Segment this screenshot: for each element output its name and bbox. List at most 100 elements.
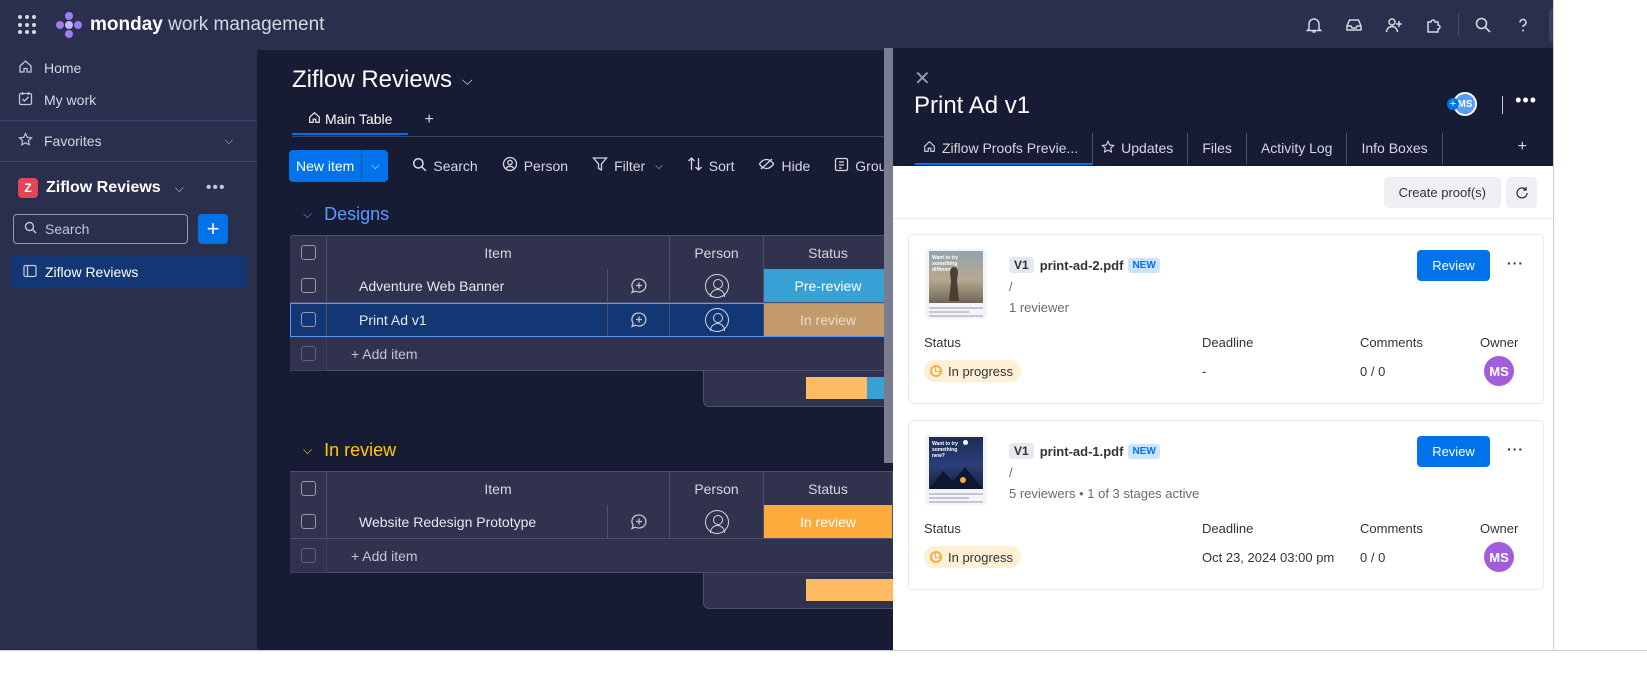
refresh-icon[interactable]: [1506, 177, 1537, 208]
invite-members-icon[interactable]: [1374, 5, 1414, 45]
chevron-down-icon[interactable]: ⌵: [175, 181, 184, 196]
table-row[interactable]: Adventure Web Banner Pre-review: [290, 269, 893, 303]
add-update-icon[interactable]: [608, 269, 670, 303]
tab-main-table[interactable]: Main Table: [292, 105, 409, 135]
vertical-scrollbar[interactable]: [884, 48, 893, 463]
add-board-button[interactable]: +: [198, 214, 228, 244]
proof-thumbnail[interactable]: Want to try something new?: [925, 435, 987, 505]
brand-logo[interactable]: monday work management: [56, 12, 324, 38]
column-header-status[interactable]: Status: [764, 236, 893, 270]
select-all-checkbox[interactable]: [300, 481, 316, 496]
status-distribution-bar[interactable]: [806, 377, 893, 399]
group-title-in-review[interactable]: ⌵ In review: [303, 440, 396, 461]
bell-icon[interactable]: [1294, 5, 1334, 45]
apps-icon[interactable]: [1414, 5, 1454, 45]
search-button[interactable]: Search: [412, 157, 478, 176]
add-update-icon[interactable]: [608, 505, 670, 539]
folder-path[interactable]: /: [1009, 465, 1013, 480]
tab-updates[interactable]: Updates: [1093, 133, 1189, 165]
item-title[interactable]: Print Ad v1: [914, 92, 1030, 120]
sidebar-item-my-work[interactable]: My work: [0, 84, 257, 116]
column-header-person[interactable]: Person: [670, 236, 764, 270]
more-options-icon[interactable]: •••: [1515, 90, 1537, 111]
status-cell[interactable]: In review: [764, 303, 893, 337]
chevron-down-icon[interactable]: ⌵: [655, 161, 663, 172]
chevron-down-icon[interactable]: ⌵: [303, 207, 312, 222]
filter-button[interactable]: Filter ⌵: [592, 156, 663, 176]
column-header-status[interactable]: Status: [764, 472, 893, 506]
column-header-item[interactable]: Item: [327, 236, 670, 270]
table-row[interactable]: Website Redesign Prototype In review: [290, 505, 893, 539]
column-header-item[interactable]: Item: [327, 472, 670, 506]
review-button[interactable]: Review: [1417, 250, 1490, 281]
add-item-input[interactable]: + Add item: [327, 539, 893, 573]
proof-file-title[interactable]: V1 print-ad-1.pdf NEW: [1009, 443, 1160, 459]
folder-path[interactable]: /: [1009, 279, 1013, 294]
app-switcher-grid-icon[interactable]: [18, 15, 38, 35]
item-name-cell[interactable]: Print Ad v1: [327, 303, 608, 337]
subscribers[interactable]: + MS: [1447, 92, 1477, 116]
status-distribution-bar[interactable]: [806, 579, 893, 601]
add-item-row[interactable]: + Add item: [290, 539, 893, 573]
select-all-checkbox-cell[interactable]: [290, 472, 327, 506]
group-title-designs[interactable]: ⌵ Designs: [303, 204, 389, 225]
add-tab-button[interactable]: +: [1518, 138, 1527, 156]
tab-activity-log[interactable]: Activity Log: [1247, 133, 1348, 165]
hide-columns-button[interactable]: Hide: [758, 156, 810, 176]
file-name[interactable]: print-ad-2.pdf: [1040, 258, 1124, 273]
status-cell[interactable]: In review: [764, 505, 893, 539]
review-button[interactable]: Review: [1417, 436, 1490, 467]
person-cell[interactable]: [670, 505, 764, 539]
sidebar-item-favorites[interactable]: Favorites ⌵: [0, 125, 257, 157]
person-cell[interactable]: [670, 269, 764, 303]
workspace-selector[interactable]: Z Ziflow Reviews ⌵ •••: [0, 170, 257, 206]
add-subscriber-icon[interactable]: +: [1447, 98, 1459, 110]
row-checkbox-cell[interactable]: [290, 303, 327, 337]
add-update-icon[interactable]: [608, 303, 670, 337]
select-all-checkbox[interactable]: [300, 245, 316, 260]
new-item-label[interactable]: New item: [289, 150, 363, 182]
person-cell[interactable]: [670, 303, 764, 337]
proof-file-title[interactable]: V1 print-ad-2.pdf NEW: [1009, 257, 1160, 273]
row-checkbox[interactable]: [300, 312, 316, 327]
file-name[interactable]: print-ad-1.pdf: [1040, 444, 1124, 459]
add-item-input[interactable]: + Add item: [327, 337, 893, 371]
status-cell[interactable]: Pre-review: [764, 269, 893, 303]
item-name-cell[interactable]: Website Redesign Prototype: [327, 505, 608, 539]
help-icon[interactable]: [1503, 5, 1543, 45]
row-checkbox[interactable]: [300, 514, 316, 529]
chevron-down-icon[interactable]: ⌵: [225, 135, 233, 148]
chevron-down-icon[interactable]: ⌵: [303, 443, 312, 458]
new-item-button[interactable]: New item ⌵: [289, 150, 389, 182]
column-header-person[interactable]: Person: [670, 472, 764, 506]
tab-info-boxes[interactable]: Info Boxes: [1347, 133, 1443, 165]
more-options-icon[interactable]: ···: [1507, 255, 1524, 271]
inbox-icon[interactable]: [1334, 5, 1374, 45]
tab-files[interactable]: Files: [1188, 133, 1247, 165]
group-by-button[interactable]: Grou: [834, 157, 886, 176]
add-item-row[interactable]: + Add item: [290, 337, 893, 371]
more-options-icon[interactable]: ···: [1507, 441, 1524, 457]
add-view-button[interactable]: +: [424, 111, 433, 129]
chevron-down-icon[interactable]: ⌵: [462, 72, 473, 89]
sidebar-item-ziflow-reviews[interactable]: Ziflow Reviews: [11, 256, 247, 288]
proof-thumbnail[interactable]: Want to try something different?: [925, 249, 987, 319]
item-name-cell[interactable]: Adventure Web Banner: [327, 269, 608, 303]
create-proofs-button[interactable]: Create proof(s): [1383, 177, 1501, 208]
search-icon[interactable]: [1463, 5, 1503, 45]
table-row-selected[interactable]: Print Ad v1 In review: [290, 303, 893, 337]
row-checkbox-cell[interactable]: [290, 505, 327, 539]
sidebar-item-home[interactable]: Home: [0, 52, 257, 84]
sidebar-search-box[interactable]: [13, 214, 188, 244]
tab-ziflow-proofs[interactable]: Ziflow Proofs Previe...: [915, 133, 1094, 165]
more-options-icon[interactable]: •••: [206, 179, 226, 197]
person-filter-button[interactable]: Person: [502, 156, 568, 176]
row-checkbox[interactable]: [300, 278, 316, 293]
sort-button[interactable]: Sort: [687, 156, 734, 176]
sidebar-search-input[interactable]: [45, 221, 175, 237]
row-checkbox-cell[interactable]: [290, 269, 327, 303]
chevron-down-icon[interactable]: ⌵: [362, 160, 388, 173]
close-icon[interactable]: ✕: [914, 66, 931, 91]
board-title[interactable]: Ziflow Reviews ⌵: [292, 66, 473, 94]
select-all-checkbox-cell[interactable]: [290, 236, 327, 270]
